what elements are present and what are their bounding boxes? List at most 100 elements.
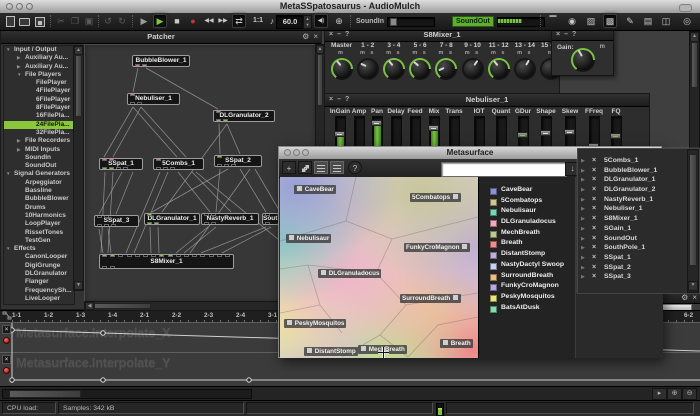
input-port[interactable]: [216, 110, 221, 113]
input-port[interactable]: [110, 254, 115, 257]
patch-node-dlgranulator_2[interactable]: DLGranulator_2: [213, 110, 275, 122]
snapshot-list-item-surroundbreath[interactable]: SurroundBreath: [479, 272, 576, 283]
collapsed-arrow-icon[interactable]: ▶: [581, 196, 585, 206]
collapsed-arrow-icon[interactable]: ▶: [581, 244, 585, 254]
input-port[interactable]: [97, 215, 102, 218]
patcher-gear-icon[interactable]: ⚙: [302, 32, 309, 41]
loop-button[interactable]: ⇄: [232, 14, 246, 28]
sgain-close-icon[interactable]: ×: [556, 31, 564, 38]
surface-snapshot-peskymosquitos[interactable]: PeskyMosquitos: [284, 319, 346, 328]
collapsed-arrow-icon[interactable]: ▶: [581, 235, 585, 245]
channel-knob[interactable]: [488, 58, 510, 80]
collapsed-arrow-icon[interactable]: ▶: [581, 264, 585, 274]
interpolation-cursor[interactable]: [378, 347, 389, 358]
output-port[interactable]: [170, 167, 175, 170]
expanded-arrow-icon[interactable]: ▼: [6, 46, 10, 54]
output-port[interactable]: [265, 222, 270, 225]
mute-solo-labels[interactable]: m s: [380, 50, 407, 57]
parameter-tree-item-5combs_1[interactable]: ▶×5Combs_1: [578, 157, 689, 167]
gain-mute-label[interactable]: m: [600, 44, 605, 50]
snapshot-name-input[interactable]: [441, 162, 567, 177]
toolbar-toggle-lozenge[interactable]: [679, 4, 692, 12]
parameter-tree-item-nebuliser_1[interactable]: ▶×Nebuliser_1: [578, 205, 689, 215]
snapshot-handle-icon[interactable]: [286, 319, 293, 326]
patcher-close-icon[interactable]: ×: [313, 32, 318, 41]
expanded-arrow-icon[interactable]: ▼: [6, 170, 10, 178]
output-port[interactable]: [111, 224, 116, 227]
collapsed-arrow-icon[interactable]: ▶: [581, 205, 585, 215]
collapsed-arrow-icon[interactable]: ▶: [581, 186, 585, 196]
snapshot-list-item-peskymosquitos[interactable]: PeskyMosquitos: [479, 293, 576, 304]
snapshot-list-item-cavebear[interactable]: CaveBear: [479, 186, 576, 197]
parameter-tree-item-bubbleblower_1[interactable]: ▶×BubbleBlower_1: [578, 167, 689, 177]
input-port[interactable]: [156, 158, 161, 161]
sidebar-item-32filepla-[interactable]: 32FilePla...: [4, 129, 74, 137]
sidebar-item-10harmonics[interactable]: 10Harmonics: [4, 212, 74, 220]
mute-parameter-icon[interactable]: ×: [592, 205, 596, 212]
speaker-button[interactable]: ◀): [314, 14, 328, 28]
input-port[interactable]: [135, 254, 140, 257]
parameter-tree-item-dlgranulator_2[interactable]: ▶×DLGranulator_2: [578, 186, 689, 196]
expanded-arrow-icon[interactable]: ▼: [6, 245, 10, 253]
snapshot-handle-icon[interactable]: [452, 294, 459, 301]
sidebar-item-livelooper[interactable]: LiveLooper: [4, 295, 74, 303]
input-port[interactable]: [102, 158, 107, 161]
mute-parameter-icon[interactable]: ×: [592, 254, 596, 261]
save-document-button[interactable]: [32, 14, 46, 28]
surface-snapshot-dlgranuladocus[interactable]: DLGranuladocus: [318, 269, 381, 278]
lane-y-enable-checkbox[interactable]: ×: [2, 355, 11, 364]
collapsed-arrow-icon[interactable]: ▶: [581, 254, 585, 264]
surface-snapshot-breath[interactable]: Breath: [440, 339, 473, 348]
surface-snapshot-surroundbreath[interactable]: SurroundBreath: [400, 294, 461, 303]
surface-snapshot-5combatops[interactable]: 5Combatops: [410, 193, 461, 202]
input-port[interactable]: [102, 254, 107, 257]
sidebar-item-input-output[interactable]: ▼Input / Output: [4, 46, 74, 54]
tempo-spinner[interactable]: ▲▼: [303, 15, 312, 29]
collapsed-arrow-icon[interactable]: ▶: [17, 54, 20, 62]
collapsed-arrow-icon[interactable]: ▶: [17, 63, 20, 71]
mute-solo-labels[interactable]: m s: [433, 50, 460, 57]
output-port[interactable]: [116, 167, 121, 170]
patch-node-s8mixer_1[interactable]: S8Mixer_1: [99, 254, 234, 269]
stop-button[interactable]: ■: [170, 14, 184, 28]
mute-parameter-icon[interactable]: ×: [592, 186, 596, 193]
expanded-arrow-icon[interactable]: ▼: [17, 71, 21, 79]
parameter-tree-item-sspat_2[interactable]: ▶×SSpat_2: [578, 264, 689, 274]
channel-knob[interactable]: [331, 58, 353, 80]
snapshot-handle-icon[interactable]: [296, 185, 303, 192]
record-button[interactable]: ●: [186, 14, 200, 28]
patch-node-southpole_1[interactable]: SouthPole_1: [262, 213, 279, 225]
sidebar-item-8fileplayer[interactable]: 8FilePlayer: [4, 104, 74, 112]
snapshot-list-item-5combatops[interactable]: 5Combatops: [479, 197, 576, 208]
copy-button[interactable]: ❐: [68, 14, 82, 28]
output-port[interactable]: [211, 222, 216, 225]
channel-knob[interactable]: [514, 58, 536, 80]
snapshot-list-item-funkycromagnon[interactable]: FunkyCroMagnon: [479, 282, 576, 293]
surface-snapshot-funkycromagnon[interactable]: FunkyCroMagnon: [404, 243, 470, 252]
automation-breakpoint[interactable]: [101, 378, 105, 382]
output-port[interactable]: [123, 167, 128, 170]
parameter-tree-item-dlgranulator_1[interactable]: ▶×DLGranulator_1: [578, 176, 689, 186]
parameter-tree-item-sgain_1[interactable]: ▶×SGain_1: [578, 225, 689, 235]
sidebar-item-fileplayer[interactable]: FilePlayer: [4, 79, 74, 87]
soundout-label[interactable]: SoundOut: [452, 16, 494, 27]
detail-view-button[interactable]: [330, 161, 344, 174]
rewind-button[interactable]: ◀◀: [202, 14, 216, 28]
mute-parameter-icon[interactable]: ×: [592, 264, 596, 271]
slider-handle[interactable]: [540, 130, 551, 136]
draw-tool-button[interactable]: ✎: [623, 14, 637, 28]
automation-gear-icon[interactable]: ⚙: [681, 293, 688, 302]
snapshot-grid-button[interactable]: [298, 161, 312, 174]
mute-parameter-icon[interactable]: ×: [592, 273, 596, 280]
sidebar-item-rissettones[interactable]: RissetTones: [4, 229, 74, 237]
mute-solo-labels[interactable]: m s: [459, 50, 486, 57]
automation-breakpoint[interactable]: [101, 331, 105, 335]
follow-playback-button[interactable]: ▸: [652, 388, 667, 400]
console-button[interactable]: ◫: [659, 14, 673, 28]
soundin-fader[interactable]: [387, 17, 435, 27]
patch-node-bubbleblower_1[interactable]: BubbleBlower_1: [132, 55, 190, 67]
snapshot-list-item-distantstomp[interactable]: DistantStomp: [479, 250, 576, 261]
mute-parameter-icon[interactable]: ×: [592, 235, 596, 242]
automation-hscrollbar[interactable]: ▸ ⊕ ⊖: [0, 386, 700, 401]
sidebar-item-bassline[interactable]: Bassline: [4, 187, 74, 195]
